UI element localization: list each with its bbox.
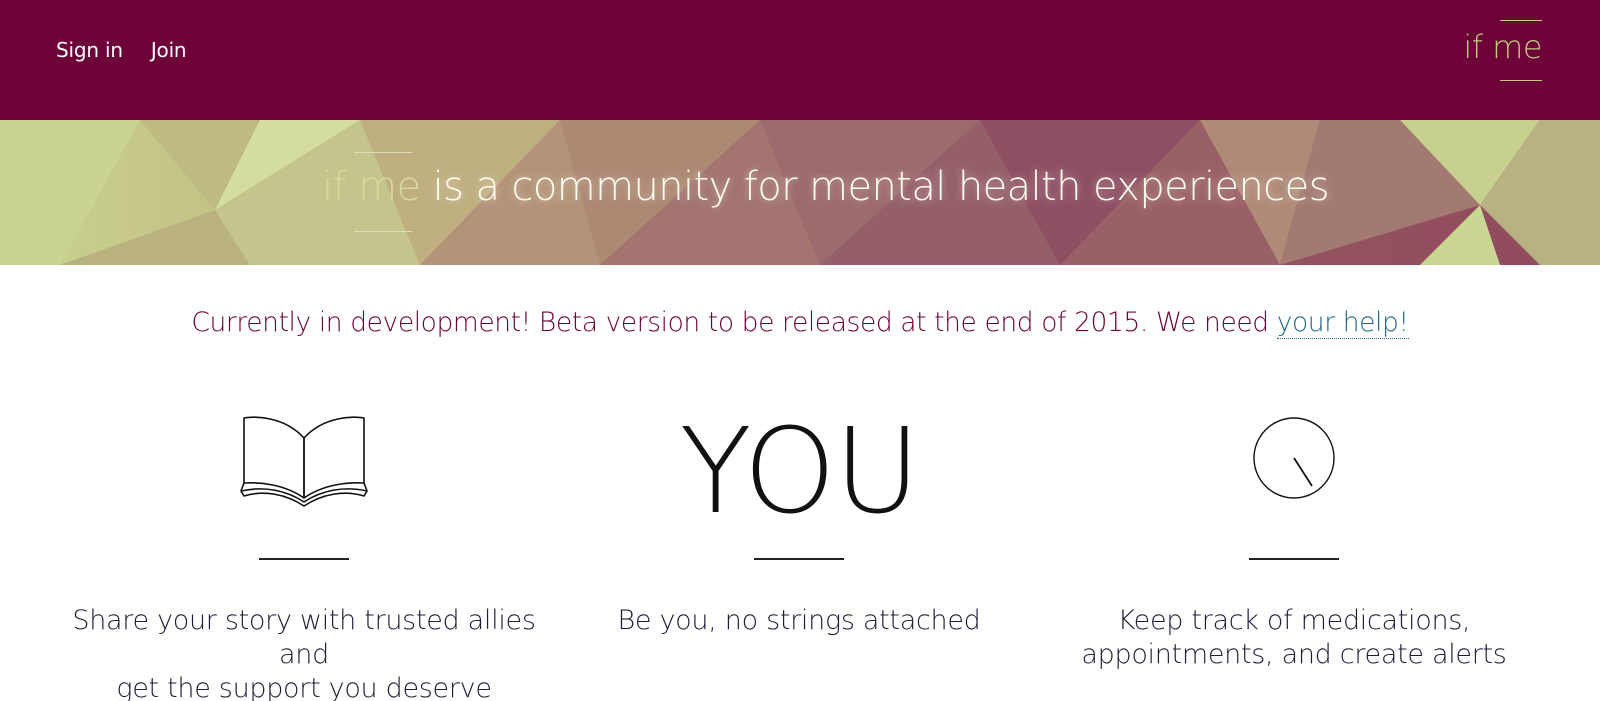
- you-graphic: YOU: [549, 402, 1049, 540]
- hero-title: if me is a community for mental health e…: [322, 164, 1330, 210]
- development-notice: Currently in development! Beta version t…: [0, 307, 1600, 339]
- caption-line: Keep track of medications,: [1117, 605, 1471, 636]
- hero-brand-top-line: [354, 152, 412, 153]
- logo-bottom-line: [1500, 80, 1542, 81]
- caption-line: appointments, and create alerts: [1081, 639, 1507, 670]
- caption-line: Share your story with trusted allies and: [72, 605, 536, 670]
- you-label: YOU: [679, 402, 921, 540]
- main-nav: Sign in Join: [56, 38, 187, 62]
- feature-caption: Share your story with trusted allies and…: [54, 604, 554, 701]
- book-icon: [54, 408, 554, 518]
- feature-caption: Keep track of medications, appointments,…: [1044, 604, 1544, 672]
- caption-line: Be you, no strings attached: [617, 605, 981, 636]
- feature-divider: [754, 558, 844, 560]
- clock-icon: [1044, 408, 1544, 518]
- hero-brand-bottom-line: [354, 231, 412, 232]
- notice-text: Currently in development! Beta version t…: [191, 307, 1277, 338]
- hero-brand-word: if me: [322, 164, 421, 210]
- join-link[interactable]: Join: [151, 38, 187, 62]
- feature-caption: Be you, no strings attached: [549, 604, 1049, 638]
- feature-divider: [259, 558, 349, 560]
- help-link[interactable]: your help!: [1276, 307, 1409, 339]
- top-header: Sign in Join if me: [0, 0, 1600, 120]
- feature-divider: [1249, 558, 1339, 560]
- caption-line: get the support you deserve: [116, 673, 492, 701]
- logo-top-line: [1500, 20, 1542, 21]
- sign-in-link[interactable]: Sign in: [56, 38, 123, 62]
- hero-tagline: is a community for mental health experie…: [420, 164, 1330, 210]
- logo-text: if me: [1463, 28, 1542, 66]
- brand-logo[interactable]: if me: [1463, 20, 1542, 82]
- hero-banner: if me is a community for mental health e…: [0, 120, 1600, 265]
